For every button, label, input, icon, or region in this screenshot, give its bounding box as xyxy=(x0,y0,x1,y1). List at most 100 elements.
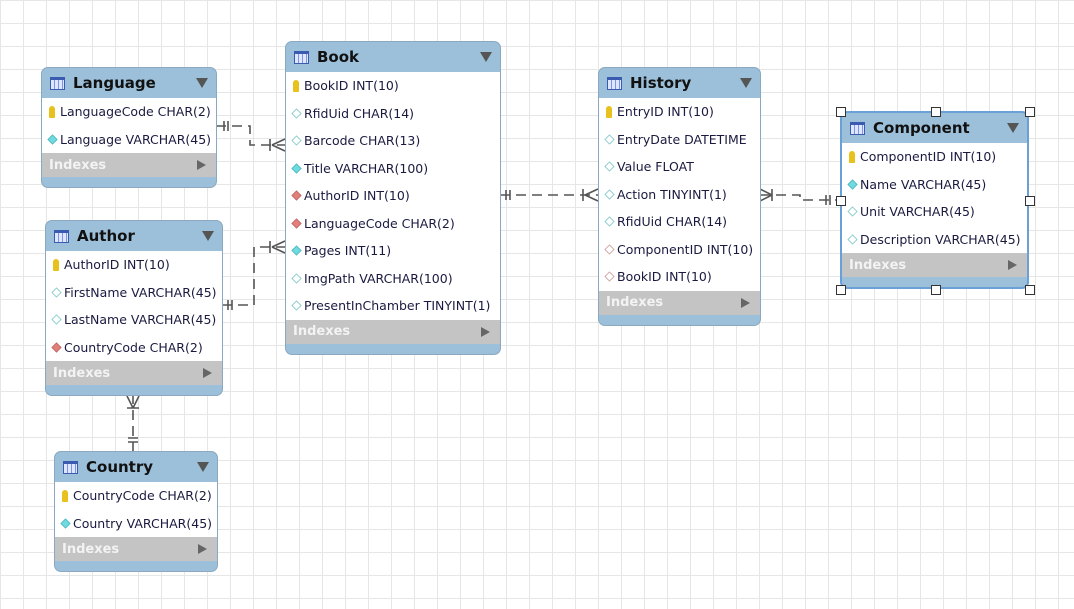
column-row[interactable]: BookID INT(10) xyxy=(286,72,500,100)
column-row[interactable]: Country VARCHAR(45) xyxy=(55,510,217,538)
column-row[interactable]: ComponentID INT(10) xyxy=(599,236,760,264)
resize-handle[interactable] xyxy=(930,107,941,117)
indexes-section[interactable]: Indexes xyxy=(599,290,760,315)
collapse-toggle-icon[interactable] xyxy=(197,462,209,472)
column-row[interactable]: Unit VARCHAR(45) xyxy=(842,198,1027,226)
column-row[interactable]: ComponentID INT(10) xyxy=(842,143,1027,171)
table-author[interactable]: Author AuthorID INT(10) FirstName VARCHA… xyxy=(45,220,223,396)
table-country[interactable]: Country CountryCode CHAR(2) Country VARC… xyxy=(54,451,218,572)
column-row[interactable]: EntryDate DATETIME xyxy=(599,126,760,154)
expand-arrow-icon[interactable] xyxy=(198,544,207,554)
resize-handle[interactable] xyxy=(836,196,846,206)
nullable-column-icon xyxy=(604,189,615,200)
expand-arrow-icon[interactable] xyxy=(741,297,750,308)
expand-arrow-icon[interactable] xyxy=(203,368,212,378)
column-row[interactable]: Barcode CHAR(13) xyxy=(286,127,500,155)
table-header[interactable]: Component xyxy=(842,113,1027,143)
not-null-column-icon xyxy=(847,179,858,190)
not-null-column-icon xyxy=(47,134,58,145)
indexes-section[interactable]: Indexes xyxy=(842,253,1027,277)
nullable-column-icon xyxy=(847,206,858,217)
column-row[interactable]: CountryCode CHAR(2) xyxy=(46,334,222,362)
nullable-column-icon xyxy=(291,135,302,146)
indexes-label: Indexes xyxy=(849,257,907,273)
column-label: LastName VARCHAR(45) xyxy=(64,312,217,328)
column-row[interactable]: RfidUid CHAR(14) xyxy=(599,208,760,236)
primary-key-icon xyxy=(293,79,299,92)
column-row[interactable]: Value FLOAT xyxy=(599,153,760,181)
column-label: PresentInChamber TINYINT(1) xyxy=(304,298,491,314)
column-label: ImgPath VARCHAR(100) xyxy=(304,270,453,286)
column-row[interactable]: Title VARCHAR(100) xyxy=(286,155,500,183)
table-header[interactable]: Language xyxy=(42,68,216,98)
column-row[interactable]: EntryID INT(10) xyxy=(599,98,760,126)
column-row[interactable]: RfidUid CHAR(14) xyxy=(286,100,500,128)
table-history[interactable]: History EntryID INT(10) EntryDate DATETI… xyxy=(598,67,761,326)
resize-handle[interactable] xyxy=(1025,196,1035,206)
indexes-label: Indexes xyxy=(293,324,351,339)
column-label: Language VARCHAR(45) xyxy=(60,131,212,147)
table-header[interactable]: Author xyxy=(46,221,222,251)
indexes-section[interactable]: Indexes xyxy=(286,319,500,344)
indexes-section[interactable]: Indexes xyxy=(42,153,216,177)
collapse-toggle-icon[interactable] xyxy=(196,78,208,88)
column-label: Value FLOAT xyxy=(617,159,694,175)
column-row[interactable]: AuthorID INT(10) xyxy=(46,251,222,279)
table-header[interactable]: Book xyxy=(286,42,500,72)
collapse-toggle-icon[interactable] xyxy=(480,52,492,62)
column-label: RfidUid CHAR(14) xyxy=(304,105,415,121)
table-icon xyxy=(63,460,78,474)
resize-handle[interactable] xyxy=(836,107,846,117)
column-row[interactable]: ImgPath VARCHAR(100) xyxy=(286,265,500,293)
table-name: Book xyxy=(317,48,360,66)
relationship-country-author xyxy=(126,394,140,451)
column-row[interactable]: Action TINYINT(1) xyxy=(599,181,760,209)
not-null-column-icon xyxy=(291,163,302,174)
resize-handle[interactable] xyxy=(1025,285,1035,295)
table-component[interactable]: Component ComponentID INT(10) Name VARCH… xyxy=(840,111,1029,289)
column-row[interactable]: PresentInChamber TINYINT(1) xyxy=(286,292,500,320)
not-null-column-icon xyxy=(291,245,302,256)
table-language[interactable]: Language LanguageCode CHAR(2) Language V… xyxy=(41,67,217,188)
indexes-section[interactable]: Indexes xyxy=(46,361,222,385)
nullable-column-icon xyxy=(51,314,62,325)
column-label: AuthorID INT(10) xyxy=(304,188,410,204)
table-name: History xyxy=(630,74,692,92)
nullable-column-icon xyxy=(291,108,302,119)
indexes-section[interactable]: Indexes xyxy=(55,537,217,561)
column-row[interactable]: LanguageCode CHAR(2) xyxy=(286,210,500,238)
resize-handle[interactable] xyxy=(836,285,846,295)
column-row[interactable]: AuthorID INT(10) xyxy=(286,182,500,210)
nullable-column-icon xyxy=(604,161,615,172)
column-row[interactable]: LanguageCode CHAR(2) xyxy=(42,98,216,126)
column-label: Unit VARCHAR(45) xyxy=(860,204,975,220)
foreign-key-icon xyxy=(291,190,302,201)
column-label: Pages INT(11) xyxy=(304,243,392,259)
column-row[interactable]: FirstName VARCHAR(45) xyxy=(46,279,222,307)
primary-key-icon xyxy=(49,105,55,118)
expand-arrow-icon[interactable] xyxy=(1008,260,1017,270)
collapse-toggle-icon[interactable] xyxy=(1007,123,1019,133)
column-row[interactable]: BookID INT(10) xyxy=(599,263,760,291)
column-label: EntryDate DATETIME xyxy=(617,131,747,147)
table-icon xyxy=(607,76,622,90)
table-book[interactable]: Book BookID INT(10) RfidUid CHAR(14) Bar… xyxy=(285,41,501,355)
table-name: Author xyxy=(77,227,135,245)
expand-arrow-icon[interactable] xyxy=(481,326,490,337)
indexes-label: Indexes xyxy=(606,295,664,310)
expand-arrow-icon[interactable] xyxy=(197,160,206,170)
column-row[interactable]: Language VARCHAR(45) xyxy=(42,126,216,154)
table-header[interactable]: History xyxy=(599,68,760,98)
resize-handle[interactable] xyxy=(930,285,941,295)
collapse-toggle-icon[interactable] xyxy=(740,78,752,88)
column-row[interactable]: LastName VARCHAR(45) xyxy=(46,306,222,334)
not-null-column-icon xyxy=(60,518,71,529)
column-row[interactable]: Name VARCHAR(45) xyxy=(842,171,1027,199)
collapse-toggle-icon[interactable] xyxy=(202,231,214,241)
column-row[interactable]: CountryCode CHAR(2) xyxy=(55,482,217,510)
column-row[interactable]: Description VARCHAR(45) xyxy=(842,226,1027,254)
table-header[interactable]: Country xyxy=(55,452,217,482)
column-label: LanguageCode CHAR(2) xyxy=(304,215,455,231)
resize-handle[interactable] xyxy=(1025,107,1035,117)
column-row[interactable]: Pages INT(11) xyxy=(286,237,500,265)
